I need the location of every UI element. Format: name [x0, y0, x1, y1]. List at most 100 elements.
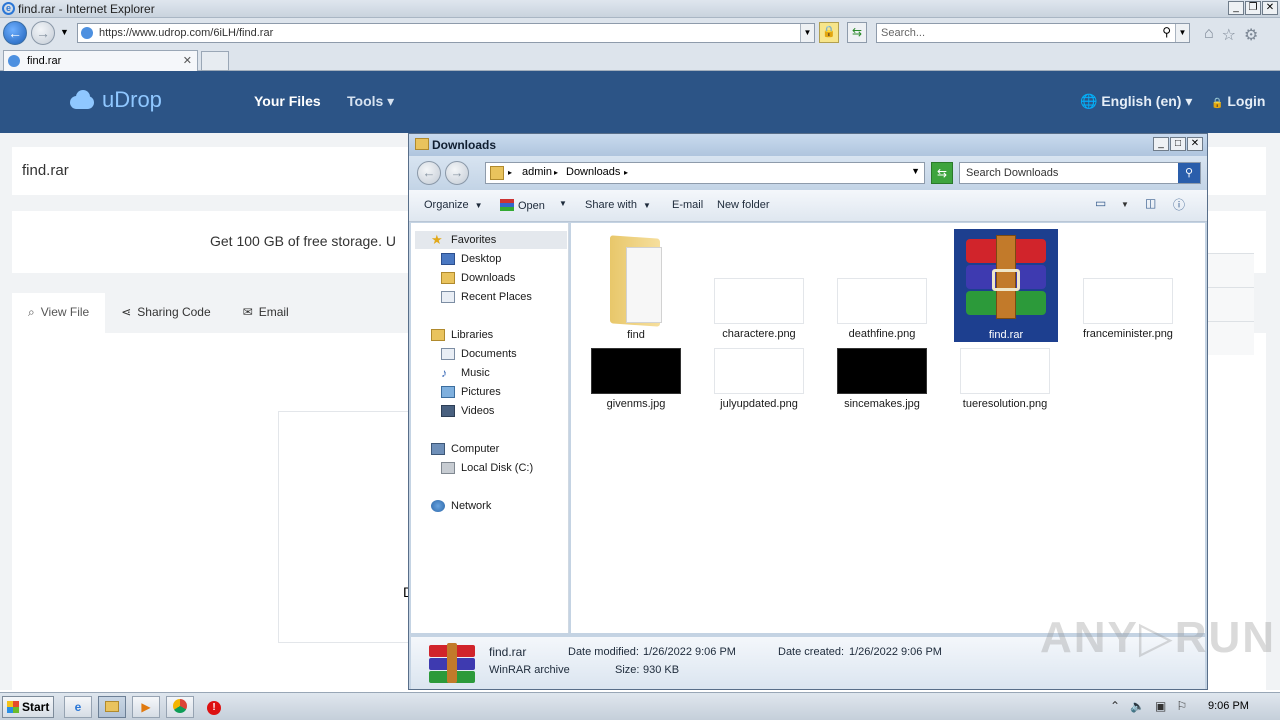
file-item-image[interactable]: deathfine.png	[827, 278, 937, 340]
organize-label: Organize	[424, 199, 469, 211]
file-item-rar-selected[interactable]: find.rar	[954, 229, 1058, 342]
file-item-image[interactable]: franceminister.png	[1073, 278, 1183, 340]
lock-icon[interactable]: 🔒	[819, 22, 839, 43]
explorer-close-button[interactable]: ✕	[1187, 137, 1203, 151]
sidebar-item-pictures[interactable]: Pictures	[441, 386, 501, 398]
explorer-forward-button[interactable]: →	[445, 161, 469, 185]
breadcrumb-arrow-icon[interactable]: ▸	[508, 168, 512, 177]
breadcrumb-downloads[interactable]: Downloads	[566, 166, 620, 178]
volume-icon[interactable]: 🔈	[1130, 699, 1145, 713]
search-dropdown-icon[interactable]: ▼	[1175, 24, 1189, 42]
forward-button[interactable]: →	[31, 21, 55, 45]
view-dropdown-icon[interactable]: ▼	[1121, 200, 1129, 209]
folder-icon	[608, 231, 664, 325]
address-dropdown-icon[interactable]: ▼	[800, 24, 814, 42]
breadcrumb[interactable]: ▸ admin ▸ Downloads ▸ ▼	[485, 162, 925, 184]
nav-language-label: English (en) ▾	[1101, 93, 1193, 109]
explorer-minimize-button[interactable]: _	[1153, 137, 1169, 151]
gear-icon[interactable]: ⚙	[1244, 25, 1258, 45]
view-options-icon[interactable]: ▭	[1095, 196, 1106, 210]
search-icon[interactable]: ⚲	[1178, 163, 1200, 183]
address-input[interactable]: https://www.udrop.com/6iLH/find.rar ▼	[77, 23, 815, 43]
sidebar-libraries-label: Libraries	[451, 329, 494, 341]
file-item-image[interactable]: givenms.jpg	[581, 348, 691, 410]
browser-tab[interactable]: find.rar ✕	[3, 50, 198, 71]
sidebar-item-favorites[interactable]: ★ Favorites	[431, 233, 496, 246]
file-item-folder[interactable]: find	[581, 231, 691, 341]
tab-close-icon[interactable]: ✕	[183, 54, 192, 67]
back-button[interactable]: ←	[3, 21, 27, 45]
details-created-value: 1/26/2022 9:06 PM	[849, 646, 942, 658]
breadcrumb-admin[interactable]: admin	[522, 166, 552, 178]
sidebar-item-recent-places[interactable]: Recent Places	[441, 291, 532, 303]
sidebar-item-videos[interactable]: Videos	[441, 405, 494, 417]
nav-language[interactable]: 🌐 English (en) ▾	[1080, 93, 1192, 110]
tray-expand-icon[interactable]: ⌃	[1110, 699, 1120, 713]
explorer-search-input[interactable]: Search Downloads ⚲	[959, 162, 1201, 184]
sidebar-item-desktop[interactable]: Desktop	[441, 253, 501, 265]
lock-small-icon: 🔒	[1211, 98, 1224, 109]
taskbar-explorer-icon[interactable]	[98, 696, 126, 718]
sidebar-item-downloads[interactable]: Downloads	[441, 272, 515, 284]
close-button[interactable]: ✕	[1262, 1, 1278, 15]
sidebar-item-local-disk[interactable]: Local Disk (C:)	[441, 462, 533, 474]
network-tray-icon[interactable]: ▣	[1155, 699, 1166, 713]
site-logo[interactable]: uDrop	[68, 87, 162, 113]
breadcrumb-arrow-icon[interactable]: ▸	[624, 168, 628, 177]
browser-search-placeholder: Search...	[881, 27, 926, 39]
open-button[interactable]: Open	[500, 199, 545, 212]
taskbar-stop-icon[interactable]: !	[200, 696, 228, 718]
browser-tools: ⌂ ☆ ⚙	[1204, 25, 1258, 45]
nav-tools[interactable]: Tools ▾	[347, 93, 394, 110]
maximize-button[interactable]: ❐	[1245, 1, 1261, 15]
browser-window-title: find.rar - Internet Explorer	[18, 2, 155, 16]
tab-view-file[interactable]: ⌕ View File	[12, 293, 106, 333]
sidebar-item-music[interactable]: ♪ Music	[441, 367, 490, 379]
clock[interactable]: 9:06 PM	[1208, 700, 1249, 712]
refresh-icon[interactable]: ⇆	[847, 22, 867, 43]
breadcrumb-dropdown-icon[interactable]: ▼	[911, 166, 920, 176]
new-tab-button[interactable]	[201, 51, 229, 71]
tab-email[interactable]: ✉ Email	[227, 293, 305, 333]
share-with-button[interactable]: Share with ▼	[585, 199, 651, 211]
browser-search-input[interactable]: Search... ⚲ ▼	[876, 23, 1190, 43]
taskbar-chrome-icon[interactable]	[166, 696, 194, 718]
explorer-back-button[interactable]: ←	[417, 161, 441, 185]
explorer-maximize-button[interactable]: □	[1170, 137, 1186, 151]
file-item-image[interactable]: julyupdated.png	[704, 348, 814, 410]
search-icon[interactable]: ⚲	[1162, 25, 1171, 39]
help-icon[interactable]: ⓘ	[1173, 196, 1185, 213]
sidebar-item-computer[interactable]: Computer	[431, 443, 499, 455]
start-button[interactable]: Start	[2, 696, 54, 718]
email-button[interactable]: E-mail	[672, 199, 703, 211]
breadcrumb-arrow-icon[interactable]: ▸	[554, 168, 558, 177]
file-item-image[interactable]: charactere.png	[704, 278, 814, 340]
minimize-button[interactable]: _	[1228, 1, 1244, 15]
preview-pane-icon[interactable]: ◫	[1145, 196, 1156, 210]
open-label: Open	[518, 200, 545, 212]
new-folder-button[interactable]: New folder	[717, 199, 770, 211]
organize-button[interactable]: Organize ▼	[424, 199, 483, 211]
nav-login[interactable]: 🔒 Login	[1211, 93, 1265, 109]
nav-your-files[interactable]: Your Files	[254, 93, 321, 109]
tab-sharing-code[interactable]: ⋖ Sharing Code	[105, 293, 226, 333]
favorites-star-icon[interactable]: ☆	[1222, 25, 1236, 45]
image-thumbnail	[960, 348, 1050, 394]
sidebar-recent-label: Recent Places	[461, 291, 532, 303]
taskbar-media-player-icon[interactable]: ▶	[132, 696, 160, 718]
image-thumbnail	[714, 278, 804, 324]
taskbar: Start e ▶ ! ⌃ 🔈 ▣ ⚐ 9:06 PM	[0, 692, 1280, 720]
home-icon[interactable]: ⌂	[1204, 25, 1214, 45]
site-header: uDrop Your Files Tools ▾ 🌐 English (en) …	[0, 71, 1280, 133]
sidebar-item-network[interactable]: Network	[431, 500, 491, 512]
action-center-flag-icon[interactable]: ⚐	[1176, 699, 1187, 713]
file-item-image[interactable]: sincemakes.jpg	[827, 348, 937, 410]
explorer-refresh-icon[interactable]: ⇆	[931, 162, 953, 184]
open-dropdown-icon[interactable]: ▼	[559, 199, 567, 208]
taskbar-ie-icon[interactable]: e	[64, 696, 92, 718]
envelope-icon: ✉	[242, 305, 253, 319]
sidebar-item-libraries[interactable]: Libraries	[431, 329, 493, 341]
sidebar-item-documents[interactable]: Documents	[441, 348, 517, 360]
file-item-image[interactable]: tueresolution.png	[950, 348, 1060, 410]
history-dropdown-icon[interactable]: ▼	[60, 27, 69, 37]
